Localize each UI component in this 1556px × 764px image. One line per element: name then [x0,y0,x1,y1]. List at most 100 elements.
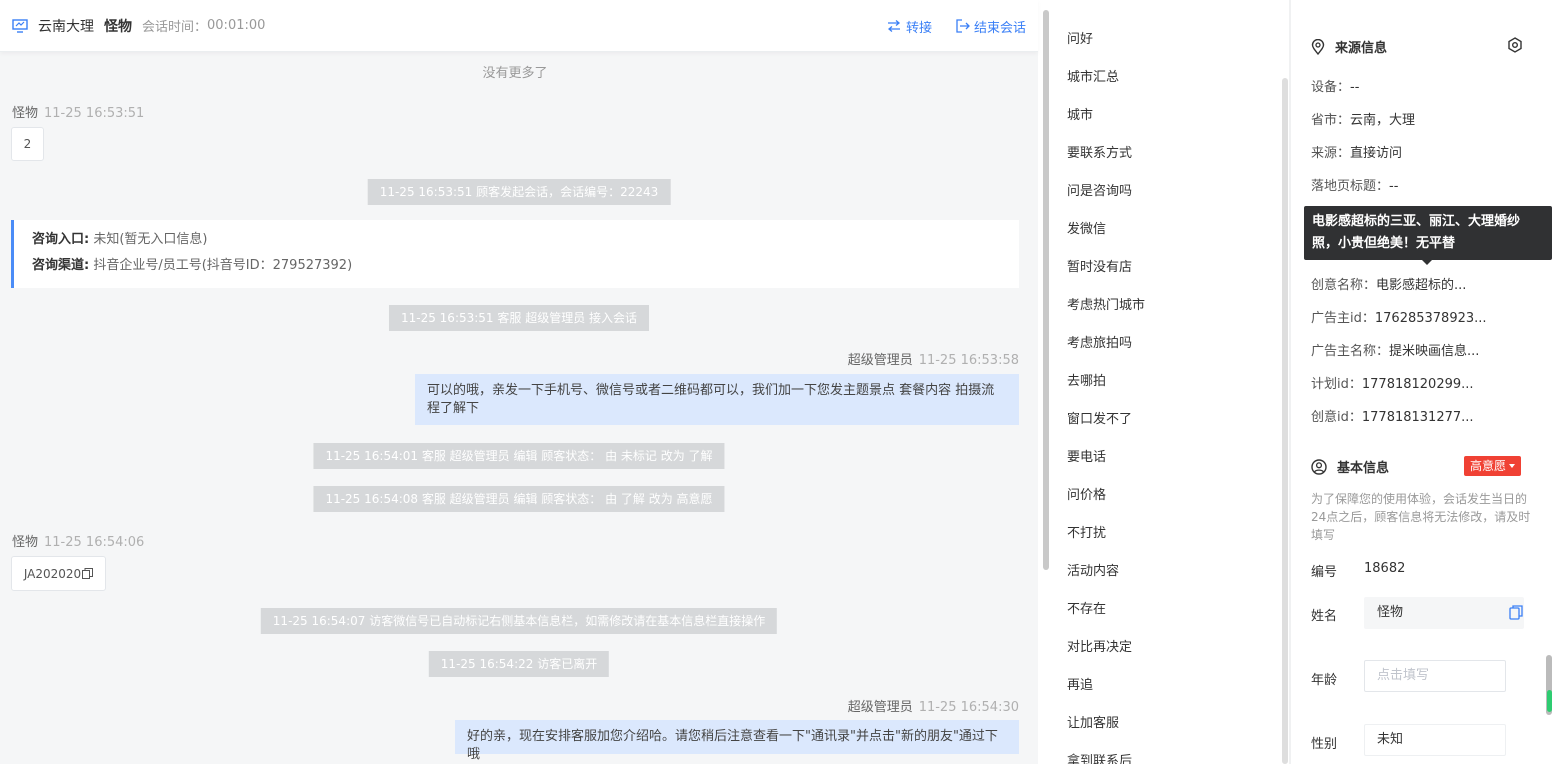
end-session-button[interactable]: 结束会话 [956,17,1026,36]
creative-name-label: 创意名称： [1311,278,1377,293]
message-time: 11-25 16:53:51 [44,106,145,121]
creative-id-row: 创意id：177818131277... [1311,406,1474,425]
chat-scrollbar[interactable] [1043,0,1049,764]
chat-panel: 云南大理 怪物 会话时间： 00:01:00 转接 结束会话 没有更多了 怪物 … [0,0,1038,764]
visitor-city: 云南大理 [38,18,94,35]
advertiser-name-value: 提米映画信息... [1389,344,1480,359]
quick-reply-item[interactable]: 考虑旅拍吗 [1067,332,1132,351]
entry-label: 咨询入口: [32,232,90,247]
quick-reply-item[interactable]: 对比再决定 [1067,636,1132,655]
sender-name: 怪物 [12,106,39,121]
province-label: 省市： [1311,113,1351,128]
creative-id-value: 177818131277... [1361,410,1474,425]
quick-reply-item[interactable]: 要联系方式 [1067,142,1132,161]
creative-name-tooltip: 电影感超标的三亚、丽江、大理婚纱照，小贵但绝美！无平替 [1304,206,1552,265]
message-time: 11-25 16:54:30 [918,700,1019,715]
quick-reply-item[interactable]: 城市 [1067,104,1093,123]
quick-reply-item[interactable]: 拿到联系后 [1067,750,1132,764]
message-text: JA202020 [23,566,82,581]
creative-name-row[interactable]: 创意名称：电影感超标的... [1311,274,1466,293]
tooltip-arrow [1422,260,1432,265]
quick-reply-item[interactable]: 不打扰 [1067,522,1106,541]
quick-reply-item[interactable]: 去哪拍 [1067,370,1106,389]
device-value: -- [1350,80,1360,95]
message-meta: 超级管理员 11-25 16:54:30 [848,696,1019,715]
location-pin-icon [1311,38,1325,55]
copy-icon[interactable] [82,568,94,579]
system-notice: 11-25 16:53:51 顾客发起会话，会话编号：22243 [367,179,671,205]
quick-reply-item[interactable]: 再追 [1067,674,1093,693]
chat-header: 云南大理 怪物 会话时间： 00:01:00 转接 结束会话 [0,0,1038,52]
channel-value: 抖音企业号/员工号(抖音号ID：279527392) [93,258,353,273]
system-notice: 11-25 16:54:08 客服 超级管理员 编辑 顾客状态： 由 了解 改为… [313,486,725,512]
quick-reply-item[interactable]: 暂时没有店 [1067,256,1132,275]
quick-reply-item[interactable]: 问价格 [1067,484,1106,503]
source-value: 直接访问 [1350,146,1403,161]
number-value: 18682 [1364,561,1406,576]
quick-reply-item[interactable]: 发微信 [1067,218,1106,237]
device-row: 设备：-- [1311,76,1359,95]
quick-reply-item[interactable]: 城市汇总 [1067,66,1119,85]
session-time: 00:01:00 [207,18,266,33]
intent-status-label: 高意愿 [1470,459,1507,473]
basic-info-title: 基本信息 [1311,457,1389,476]
province-row: 省市：云南，大理 [1311,109,1415,128]
transfer-button[interactable]: 转接 [886,17,932,36]
monitor-icon [12,18,28,33]
quick-reply-item[interactable]: 问是咨询吗 [1067,180,1132,199]
advertiser-id-value: 176285378923... [1374,311,1487,326]
advertiser-id-label: 广告主id： [1311,311,1375,326]
edit-hint: 为了保障您的使用体验，会话发生当日的24点之后，顾客信息将无法修改，请及时填写 [1311,492,1531,542]
advertiser-name-row: 广告主名称：提米映画信息... [1311,340,1479,359]
advertiser-name-label: 广告主名称： [1311,344,1390,359]
landing-title-row: 落地页标题：-- [1311,175,1398,194]
settings-icon[interactable] [1507,37,1523,53]
number-label: 编号 [1311,565,1338,580]
channel-label: 咨询渠道: [32,258,90,273]
gender-select[interactable]: 未知 [1364,724,1506,756]
age-input[interactable]: 点击填写 [1364,660,1506,692]
user-circle-icon [1311,458,1327,475]
end-session-label: 结束会话 [973,20,1026,36]
quick-reply-scrollbar[interactable] [1282,78,1288,764]
quick-reply-item[interactable]: 不存在 [1067,598,1106,617]
message-meta: 怪物 11-25 16:54:06 [12,531,144,550]
province-value: 云南，大理 [1350,113,1416,128]
tooltip-text: 电影感超标的三亚、丽江、大理婚纱照，小贵但绝美！无平替 [1312,214,1521,251]
intent-status-dropdown[interactable]: 高意愿 [1464,456,1522,476]
landing-title-value: -- [1389,179,1399,194]
system-notice: 11-25 16:54:22 访客已离开 [428,651,610,677]
customer-info-panel: 来源信息 设备：-- 省市：云南，大理 来源：直接访问 落地页标题：-- 创意名… [1291,0,1556,764]
plan-id-row: 计划id：177818120299... [1311,373,1474,392]
age-label: 年龄 [1311,673,1338,688]
copy-name-icon[interactable] [1509,605,1523,620]
sender-name: 超级管理员 [847,700,913,715]
source-row: 来源：直接访问 [1311,142,1402,161]
visitor-message: 2 [11,127,44,161]
quick-reply-item[interactable]: 问好 [1067,28,1093,47]
creative-id-label: 创意id： [1311,410,1362,425]
agent-message: 可以的哦，亲发一下手机号、微信号或者二维码都可以，我们加一下您发主题景点 套餐内… [415,374,1019,425]
source-info-label: 来源信息 [1335,41,1388,56]
chat-scroll-thumb[interactable] [1043,10,1049,570]
visitor-message: JA202020 [11,556,106,591]
agent-message: 好的亲，现在安排客服加您介绍哈。请您稍后注意查看一下"通讯录"并点击"新的朋友"… [455,720,1019,762]
name-field[interactable]: 怪物 [1364,597,1524,629]
side-panel-scroll-indicator [1547,690,1552,712]
plan-id-label: 计划id： [1311,377,1362,392]
quick-reply-item[interactable]: 要电话 [1067,446,1106,465]
quick-reply-item-partial [1067,0,1071,5]
quick-reply-item[interactable]: 让加客服 [1067,712,1119,731]
plan-id-value: 177818120299... [1361,377,1474,392]
source-label: 来源： [1311,146,1351,161]
no-more-text: 没有更多了 [482,66,548,81]
quick-reply-item[interactable]: 活动内容 [1067,560,1119,579]
landing-title-label: 落地页标题： [1311,179,1390,194]
name-label: 姓名 [1311,609,1338,624]
visitor-name: 怪物 [104,18,132,35]
transfer-label: 转接 [905,20,932,36]
transfer-icon [887,20,900,32]
quick-reply-item[interactable]: 窗口发不了 [1067,408,1132,427]
message-time: 11-25 16:53:58 [918,353,1019,368]
quick-reply-item[interactable]: 考虑热门城市 [1067,294,1145,313]
